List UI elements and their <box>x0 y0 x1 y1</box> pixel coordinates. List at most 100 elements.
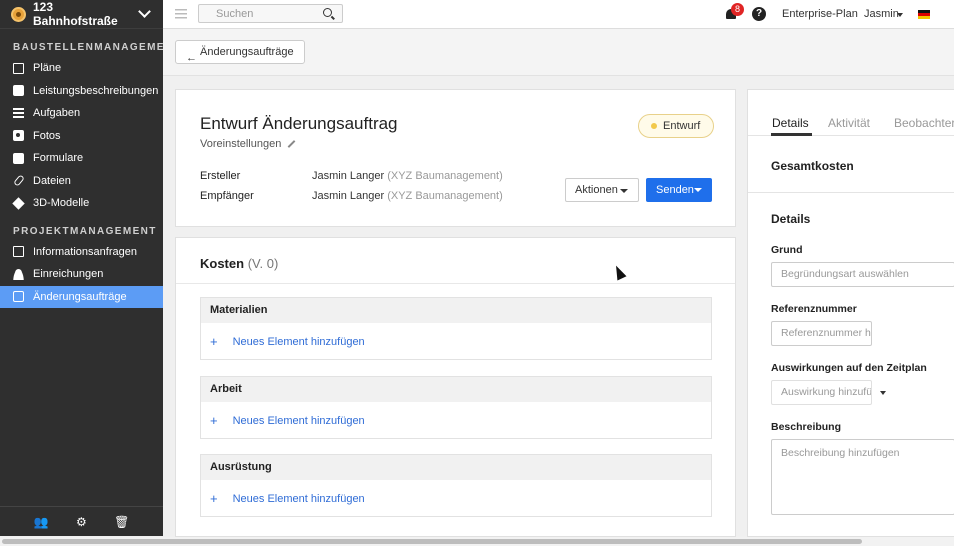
sidebar-item-forms[interactable]: Formulare <box>0 147 163 170</box>
preset-link[interactable]: Voreinstellungen <box>200 138 296 150</box>
project-name: 123 Bahnhofstraße <box>33 0 118 28</box>
paperclip-icon <box>13 174 25 187</box>
change-order-header: Entwurf Änderungsauftrag Voreinstellunge… <box>175 89 736 227</box>
plus-icon: + <box>210 491 218 506</box>
reference-input[interactable]: Referenznummer h <box>771 321 872 346</box>
sidebar-item-label: Aufgaben <box>33 107 81 120</box>
horizontal-scrollbar[interactable] <box>0 537 954 546</box>
menu-icon[interactable] <box>175 9 187 19</box>
user-menu[interactable]: Jasmin <box>864 8 899 20</box>
help-icon[interactable]: ? <box>752 7 766 21</box>
divider <box>748 192 954 193</box>
sidebar-item-files[interactable]: Dateien <box>0 170 163 193</box>
costs-card: Kosten (V. 0) Materialien + Neues Element… <box>175 237 736 537</box>
preset-label: Voreinstellungen <box>200 138 282 150</box>
sidebar-item-label: Leistungsbeschreibungen <box>33 84 159 97</box>
topbar: 8 ? Enterprise-Plan Jasmin <box>163 0 954 29</box>
reason-select[interactable]: Begründungsart auswählen <box>771 262 954 287</box>
actions-button[interactable]: Aktionen <box>565 178 639 202</box>
caret-down-icon <box>897 13 903 17</box>
sidebar-item-specs[interactable]: Leistungsbeschreibungen <box>0 80 163 103</box>
plans-icon <box>13 62 24 74</box>
sidebar-item-photos[interactable]: Fotos <box>0 125 163 148</box>
add-item-button[interactable]: + Neues Element hinzufügen <box>201 402 711 439</box>
recipient-value: Jasmin Langer (XYZ Baumanagement) <box>312 190 503 202</box>
sidebar-item-submittals[interactable]: Einreichungen <box>0 263 163 286</box>
details-panel: Details Aktivität Beobachter Gesamtkoste… <box>747 89 954 537</box>
cost-group-materials: Materialien + Neues Element hinzufügen <box>200 297 712 360</box>
sidebar-item-label: Pläne <box>33 62 62 75</box>
trash-icon[interactable]: 🗑 <box>114 515 129 529</box>
tab-bar: Details Aktivität Beobachter <box>748 90 954 136</box>
project-logo-icon <box>11 6 26 22</box>
search-icon[interactable] <box>323 8 332 17</box>
costs-version: (V. 0) <box>247 256 279 271</box>
reference-label: Referenznummer <box>771 303 857 315</box>
tab-activity[interactable]: Aktivität <box>828 116 870 130</box>
description-label: Beschreibung <box>771 421 842 433</box>
cost-group-labor: Arbeit + Neues Element hinzufügen <box>200 376 712 439</box>
schedule-impact-label: Auswirkungen auf den Zeitplan <box>771 362 927 374</box>
add-item-button[interactable]: + Neues Element hinzufügen <box>201 323 711 360</box>
tab-details[interactable]: Details <box>772 116 809 130</box>
rfi-icon <box>13 246 24 258</box>
status-badge: Entwurf <box>638 114 715 138</box>
project-switcher[interactable]: 123 Bahnhofstraße <box>0 0 163 29</box>
section-title-project: PROJEKTMANAGEMENT <box>13 225 157 237</box>
plus-icon: + <box>210 334 218 349</box>
total-costs-title: Gesamtkosten <box>771 159 854 173</box>
add-item-label: Neues Element hinzufügen <box>232 492 365 505</box>
cost-group-title: Materialien <box>201 298 711 323</box>
recipient-label: Empfänger <box>200 190 254 202</box>
plan-link[interactable]: Enterprise-Plan <box>782 8 858 20</box>
german-flag-icon[interactable] <box>918 10 930 19</box>
creator-org: (XYZ Baumanagement) <box>387 170 503 182</box>
search-box <box>198 4 343 23</box>
gear-icon[interactable]: ⚙ <box>76 515 87 529</box>
details-title: Details <box>771 212 811 226</box>
sidebar-footer: 👥 ⚙ 🗑 <box>0 506 163 536</box>
specs-icon <box>13 85 24 97</box>
sidebar: 123 Bahnhofstraße BAUSTELLENMANAGEMENT P… <box>0 0 181 536</box>
send-label: Senden <box>656 184 694 196</box>
sidebar-item-label: Informationsanfragen <box>33 245 137 258</box>
sidebar-item-tasks[interactable]: Aufgaben <box>0 102 163 125</box>
team-icon[interactable]: 👥 <box>34 515 49 529</box>
chevron-down-icon <box>138 5 151 18</box>
plus-icon: + <box>210 413 218 428</box>
caret-down-icon <box>694 188 702 192</box>
scrollbar-thumb[interactable] <box>2 539 862 544</box>
sidebar-item-3d-models[interactable]: 3D-Modelle <box>0 192 163 215</box>
pencil-icon[interactable] <box>287 140 296 148</box>
section-title-site: BAUSTELLENMANAGEMENT <box>13 42 181 53</box>
schedule-impact-select[interactable]: Auswirkung hinzufügen <box>771 380 872 405</box>
sidebar-item-plans[interactable]: Pläne <box>0 57 163 80</box>
creator-label: Ersteller <box>200 170 241 182</box>
send-button[interactable]: Senden <box>646 178 712 202</box>
sidebar-item-label: Fotos <box>33 129 61 142</box>
creator-name: Jasmin Langer <box>312 170 385 182</box>
recipient-org: (XYZ Baumanagement) <box>387 190 503 202</box>
sidebar-item-label: 3D-Modelle <box>33 197 90 210</box>
forms-icon <box>13 152 24 164</box>
description-textarea[interactable]: Beschreibung hinzufügen <box>771 439 954 515</box>
person-icon <box>13 268 24 280</box>
sidebar-item-rfis[interactable]: Informationsanfragen <box>0 241 163 264</box>
change-order-icon <box>13 291 24 303</box>
costs-title: Kosten (V. 0) <box>200 256 278 271</box>
add-item-button[interactable]: + Neues Element hinzufügen <box>201 480 711 517</box>
caret-down-icon <box>880 391 886 395</box>
sidebar-item-change-orders[interactable]: Änderungsaufträge <box>0 285 163 308</box>
creator-value: Jasmin Langer (XYZ Baumanagement) <box>312 170 503 182</box>
cost-group-equipment: Ausrüstung + Neues Element hinzufügen <box>200 454 712 517</box>
arrow-left-icon: ← <box>186 52 197 64</box>
recipient-name: Jasmin Langer <box>312 190 385 202</box>
tab-observers[interactable]: Beobachter <box>894 116 954 130</box>
cube-icon <box>12 197 25 210</box>
camera-icon <box>13 130 24 142</box>
cost-group-title: Ausrüstung <box>201 455 711 480</box>
back-button[interactable]: ← Änderungsaufträge <box>175 40 305 64</box>
add-item-label: Neues Element hinzufügen <box>232 414 365 427</box>
tasks-icon <box>13 107 24 119</box>
search-input[interactable] <box>199 5 309 22</box>
